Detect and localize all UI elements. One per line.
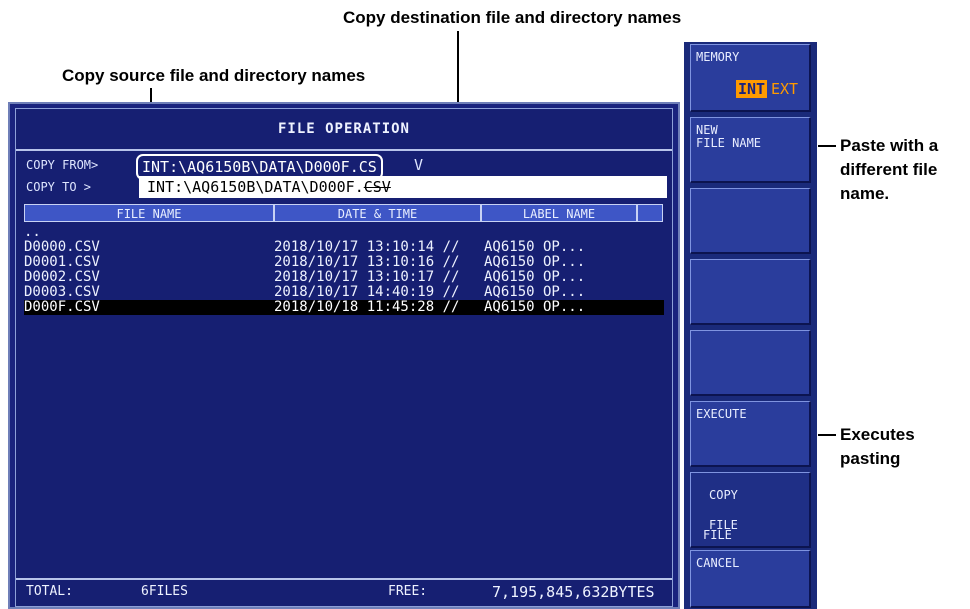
blank-softkey-3[interactable] <box>690 330 811 396</box>
screen-inner: FILE OPERATION COPY FROM> INT:\AQ6150B\D… <box>15 108 673 607</box>
cancel-softkey[interactable]: CANCEL <box>690 550 811 608</box>
file-name: D000F.CSV <box>24 299 100 315</box>
paste-callout-line <box>818 145 836 147</box>
copy-from-label: COPY FROM> <box>26 158 99 172</box>
new-file-name-softkey[interactable]: NEW FILE NAME <box>690 117 811 183</box>
file-label: AQ6150 OP... <box>484 239 586 255</box>
total-value: 6FILES <box>141 584 188 599</box>
dest-annotation: Copy destination file and directory name… <box>343 8 682 27</box>
exec-annotation-1: Executes <box>840 425 915 444</box>
copy-label: COPY <box>709 488 738 502</box>
list-item[interactable]: D0003.CSV 2018/10/17 14:40:19 // AQ6150 OP… <box>24 285 664 300</box>
file-date: 2018/10/17 14:40:19 // <box>274 284 460 300</box>
memory-ext-option: EXT <box>771 80 799 98</box>
file-label: AQ6150 OP... <box>484 254 586 270</box>
copy-from-tail: V <box>414 156 424 174</box>
exec-annotation-2: pasting <box>840 449 901 468</box>
file-label: AQ6150 OP... <box>484 284 586 300</box>
free-value: 7,195,845,632BYTES <box>492 583 655 601</box>
file-label: AQ6150 OP... <box>484 299 586 315</box>
status-footer: TOTAL: 6FILES FREE: 7,195,845,632BYTES <box>16 578 672 606</box>
exec-callout-line <box>818 434 836 436</box>
total-label: TOTAL: <box>26 584 73 599</box>
paste-annotation-2: different file <box>840 160 938 179</box>
memory-label: MEMORY <box>696 50 740 64</box>
memory-int-option: INT <box>736 80 768 98</box>
copy-from-value: INT:\AQ6150B\DATA\D000F.CS <box>142 158 377 176</box>
list-item[interactable]: .. <box>24 225 664 240</box>
new-file-name-line2: FILE NAME <box>696 136 762 150</box>
file-name: .. <box>24 224 41 240</box>
list-item[interactable]: D0002.CSV 2018/10/17 13:10:17 // AQ6150 OP… <box>24 270 664 285</box>
column-header-date-time[interactable]: DATE & TIME <box>274 204 481 222</box>
copy-to-label: COPY TO > <box>26 180 92 194</box>
list-item[interactable]: D0000.CSV 2018/10/17 13:10:14 // AQ6150 OP… <box>24 240 664 255</box>
paste-annotation-3: name. <box>840 184 890 203</box>
execute-softkey[interactable]: EXECUTE <box>690 401 811 467</box>
file-name: D0002.CSV <box>24 269 100 285</box>
file-label-2: FILE <box>703 528 732 542</box>
file-label: AQ6150 OP... <box>484 269 586 285</box>
list-item[interactable]: D0001.CSV 2018/10/17 13:10:16 // AQ6150 OP… <box>24 255 664 270</box>
new-file-name-label: NEW FILE NAME <box>696 124 761 150</box>
column-header-file-name[interactable]: FILE NAME <box>24 204 274 222</box>
new-file-name-line1: NEW <box>696 123 718 137</box>
column-header-label-name[interactable]: LABEL NAME <box>481 204 637 222</box>
file-name: D0001.CSV <box>24 254 100 270</box>
copy-to-value: INT:\AQ6150B\DATA\D000F. <box>147 178 364 196</box>
copy-to-field[interactable]: INT:\AQ6150B\DATA\D000F.CSV <box>139 176 667 198</box>
source-annotation: Copy source file and directory names <box>62 66 366 85</box>
blank-softkey-1[interactable] <box>690 188 811 254</box>
free-label: FREE: <box>388 584 428 599</box>
list-item-selected[interactable]: D000F.CSV 2018/10/18 11:45:28 // AQ6150 OP… <box>24 300 664 315</box>
file-date: 2018/10/17 13:10:16 // <box>274 254 460 270</box>
softkey-panel: MEMORY INT EXT NEW FILE NAME EXECUTE COPY… <box>684 42 817 609</box>
file-name: D0000.CSV <box>24 239 100 255</box>
file-date: 2018/10/17 13:10:14 // <box>274 239 460 255</box>
file-list: .. D0000.CSV 2018/10/17 13:10:14 // AQ6150… <box>24 225 664 315</box>
column-header-spacer <box>637 204 663 222</box>
copy-softkey[interactable]: COPY FILE FILE <box>690 472 811 548</box>
copy-to-extension: CSV <box>363 178 391 196</box>
file-date: 2018/10/18 11:45:28 // <box>274 299 460 315</box>
file-operation-screen: FILE OPERATION COPY FROM> INT:\AQ6150B\D… <box>8 102 680 609</box>
blank-softkey-2[interactable] <box>690 259 811 325</box>
screen-title: FILE OPERATION <box>16 109 672 151</box>
paste-annotation-1: Paste with a <box>840 136 939 155</box>
cancel-label: CANCEL <box>696 556 740 570</box>
file-name: D0003.CSV <box>24 284 100 300</box>
file-date: 2018/10/17 13:10:17 // <box>274 269 460 285</box>
execute-label: EXECUTE <box>696 407 747 421</box>
memory-softkey[interactable]: MEMORY INT EXT <box>690 44 811 112</box>
